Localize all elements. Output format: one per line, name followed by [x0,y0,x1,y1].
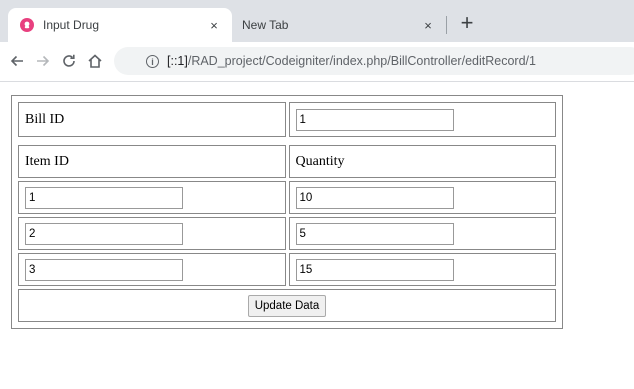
bill-id-input[interactable] [295,108,454,131]
tab-new-tab[interactable]: New Tab × [232,8,446,42]
forward-arrow-icon[interactable] [32,50,54,72]
bill-table: Bill ID [15,99,559,140]
tab-close-icon[interactable]: × [202,18,226,33]
edit-record-form: Bill ID Item ID Quantity Update Data [11,95,563,329]
items-header-row: Item ID Quantity [18,145,556,178]
info-icon[interactable]: i [146,54,159,68]
quantity-input[interactable] [295,186,454,209]
url-text[interactable]: [::1]/RAD_project/Codeigniter/index.php/… [167,54,536,68]
back-arrow-icon[interactable] [6,50,28,72]
home-icon[interactable] [84,50,106,72]
tab-title: New Tab [242,18,289,32]
tab-input-drug[interactable]: Input Drug × [8,8,232,42]
items-table: Item ID Quantity Update Data [15,142,559,325]
table-row [18,217,556,250]
bill-id-cell [288,102,556,137]
submit-row: Update Data [18,289,556,322]
reload-icon[interactable] [58,50,80,72]
table-row [18,181,556,214]
item-id-input[interactable] [25,222,183,245]
item-id-input[interactable] [25,186,183,209]
quantity-input[interactable] [295,222,454,245]
browser-toolbar: i [::1]/RAD_project/Codeigniter/index.ph… [0,42,634,82]
item-id-input[interactable] [25,258,183,281]
quantity-header: Quantity [288,145,556,178]
table-row [18,253,556,286]
quantity-input[interactable] [295,258,454,281]
new-tab-button[interactable]: + [455,12,479,36]
tab-title: Input Drug [43,18,100,32]
tab-separator [446,16,447,34]
update-data-button[interactable]: Update Data [247,294,327,317]
tab-strip: Input Drug × New Tab × + [0,0,634,42]
bill-id-label: Bill ID [18,102,286,137]
item-id-header: Item ID [18,145,286,178]
tab-close-icon[interactable]: × [416,18,440,33]
bill-id-row: Bill ID [18,102,556,137]
address-bar[interactable]: i [::1]/RAD_project/Codeigniter/index.ph… [114,47,634,75]
app-favicon-icon [20,18,34,32]
